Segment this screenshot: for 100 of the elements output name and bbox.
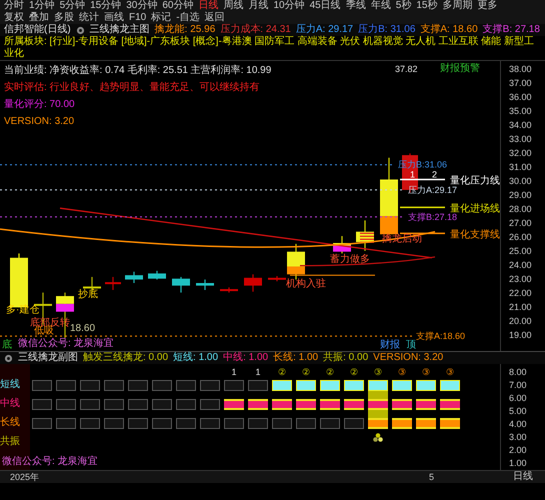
chart-annotation: 底 xyxy=(2,339,12,350)
tool-button[interactable]: 复权 xyxy=(4,12,24,24)
chart-annotation: 机构入驻 xyxy=(286,278,326,290)
sector-line: 所属板块: [行业]-专用设备 [地域]-广东板块 [概念]-粤港澳 国防军工 高端装备 光伏 机器视觉 无人机 工业互联 储能 新型工业化 xyxy=(3,36,535,60)
tool-button[interactable]: 画线 xyxy=(104,12,124,24)
price-axis-label: 35.00 xyxy=(509,106,532,116)
chart-annotation: 抄底 xyxy=(78,288,98,300)
value-axis-label: 3.00 xyxy=(509,432,527,442)
time-axis-label: 2025年 xyxy=(10,471,40,483)
value-axis-label: 5.00 xyxy=(509,406,527,416)
period-tab[interactable]: 1分钟 xyxy=(29,0,55,12)
period-tab[interactable]: 15秒 xyxy=(416,0,438,12)
period-tab[interactable]: 45日线 xyxy=(310,0,341,12)
price-axis-label: 22.00 xyxy=(509,288,532,298)
period-tab[interactable]: 日线 xyxy=(198,0,218,12)
indicator-value: 中线: 1.00 xyxy=(223,352,268,364)
value-axis-label: 6.00 xyxy=(509,393,527,403)
value-axis-label: 7.00 xyxy=(509,380,527,390)
price-level-label: 支撑B:27.18 xyxy=(408,212,458,222)
signal-marker: ② xyxy=(350,367,358,377)
info-line: VERSION: 3.20 xyxy=(4,116,76,128)
quant-mark: 2 xyxy=(432,170,438,180)
price-axis-label: 28.00 xyxy=(509,204,532,214)
indicator-value: 短线: 1.00 xyxy=(173,352,218,364)
high-price-label: 37.82 xyxy=(395,63,418,75)
tool-button[interactable]: -自选 xyxy=(176,12,200,24)
indicator-value: 压力B: 31.06 xyxy=(358,24,416,36)
chart-annotation: 多·建仓 xyxy=(6,304,40,316)
tool-button[interactable]: 多股 xyxy=(54,12,74,24)
quant-line-label: 量化压力线 xyxy=(450,176,500,186)
indicator-value: VERSION: 3.20 xyxy=(373,352,444,364)
tool-button[interactable]: 叠加 xyxy=(29,12,49,24)
indicator-value: 触发三线擒龙: 0.00 xyxy=(83,352,168,364)
stock-title: 信邦智能(日线) xyxy=(4,24,71,36)
candle xyxy=(356,220,374,251)
price-axis-label: 38.00 xyxy=(509,64,532,74)
signal-marker: 1 xyxy=(255,367,260,377)
candle xyxy=(196,280,214,290)
period-tab[interactable]: 更多 xyxy=(477,0,498,12)
period-tab[interactable]: 5秒 xyxy=(396,0,412,12)
indicator-value: 擒龙能: 25.96 xyxy=(154,24,216,36)
candle xyxy=(333,236,351,254)
cluster-icon xyxy=(373,433,383,442)
candle xyxy=(244,274,262,292)
period-tab[interactable]: 5分钟 xyxy=(60,0,86,12)
value-axis-label: 4.00 xyxy=(509,419,527,429)
indicator-value: 压力A: 29.17 xyxy=(296,24,354,36)
period-tab[interactable]: 多周期 xyxy=(442,0,472,12)
period-tab[interactable]: 10分钟 xyxy=(274,0,305,12)
price-axis-label: 30.00 xyxy=(509,176,532,186)
tool-button[interactable]: 统计 xyxy=(79,12,99,24)
price-axis-label: 23.00 xyxy=(509,274,532,284)
period-tab[interactable]: 30分钟 xyxy=(126,0,158,12)
price-axis-label: 33.00 xyxy=(509,134,532,144)
indicator-name[interactable]: 三线擒龙副图 xyxy=(18,352,78,364)
signal-marker: ③ xyxy=(446,367,454,377)
value-axis-label: 2.00 xyxy=(509,445,527,455)
row-label: 共振 xyxy=(0,436,21,447)
tool-button[interactable]: 返回 xyxy=(204,12,225,24)
candle xyxy=(125,272,143,284)
signal-marker: ② xyxy=(302,367,310,377)
time-axis-label: 5 xyxy=(429,471,434,483)
price-level-label: 支撑A:18.60 xyxy=(416,331,466,342)
period-tab[interactable]: 月线 xyxy=(248,0,268,12)
period-tab[interactable]: 周线 xyxy=(224,0,244,12)
price-axis-label: 26.00 xyxy=(509,232,532,242)
settings-icon[interactable] xyxy=(76,26,85,34)
quant-line-label: 量化进场线 xyxy=(450,203,500,214)
info-line: 量化评分: 70.00 xyxy=(4,99,76,111)
period-tab[interactable]: 分时 xyxy=(4,0,24,12)
quant-line xyxy=(400,206,445,208)
quant-line xyxy=(400,178,445,180)
price-axis-label: 36.00 xyxy=(509,92,532,102)
chart-annotation: 18.60 xyxy=(70,322,96,334)
price-axis-label: 37.00 xyxy=(509,78,532,88)
chart-annotation: 顶 xyxy=(406,339,416,350)
indicator-value: 压力成本: 24.31 xyxy=(220,24,291,36)
info-line: 实时评估: 行业良好、趋势明显、量能充足、可以继续持有 xyxy=(4,82,261,94)
period-tab[interactable]: 年线 xyxy=(370,0,391,12)
price-axis-label: 24.00 xyxy=(509,260,532,270)
wechat-footer: 微信公众号: 龙泉海宜 xyxy=(18,338,114,350)
quant-line-label: 量化支撑线 xyxy=(450,229,500,240)
price-axis-label: 27.00 xyxy=(509,218,532,228)
tool-button[interactable]: F10 xyxy=(129,12,146,24)
price-axis-label: 29.00 xyxy=(509,190,532,200)
indicator-name[interactable]: 三线擒龙主图 xyxy=(90,24,150,36)
period-label: 日线 xyxy=(513,471,533,483)
signal-marker: ③ xyxy=(374,367,382,377)
signal-marker: 1 xyxy=(231,367,236,377)
candle xyxy=(148,270,166,280)
price-axis-label: 21.00 xyxy=(509,302,532,312)
price-axis-label: 25.00 xyxy=(509,246,532,256)
indicator-value: 长线: 1.00 xyxy=(273,352,318,364)
signal-marker: ③ xyxy=(422,367,430,377)
tool-button[interactable]: 标记 xyxy=(151,12,172,24)
info-line: 当前业绩: 净资收益率: 0.74 毛利率: 25.51 主营利润率: 10.99 xyxy=(4,65,272,77)
settings-icon[interactable] xyxy=(4,354,13,362)
period-tab[interactable]: 60分钟 xyxy=(162,0,194,12)
period-tab[interactable]: 季线 xyxy=(346,0,366,12)
period-tab[interactable]: 15分钟 xyxy=(90,0,122,12)
